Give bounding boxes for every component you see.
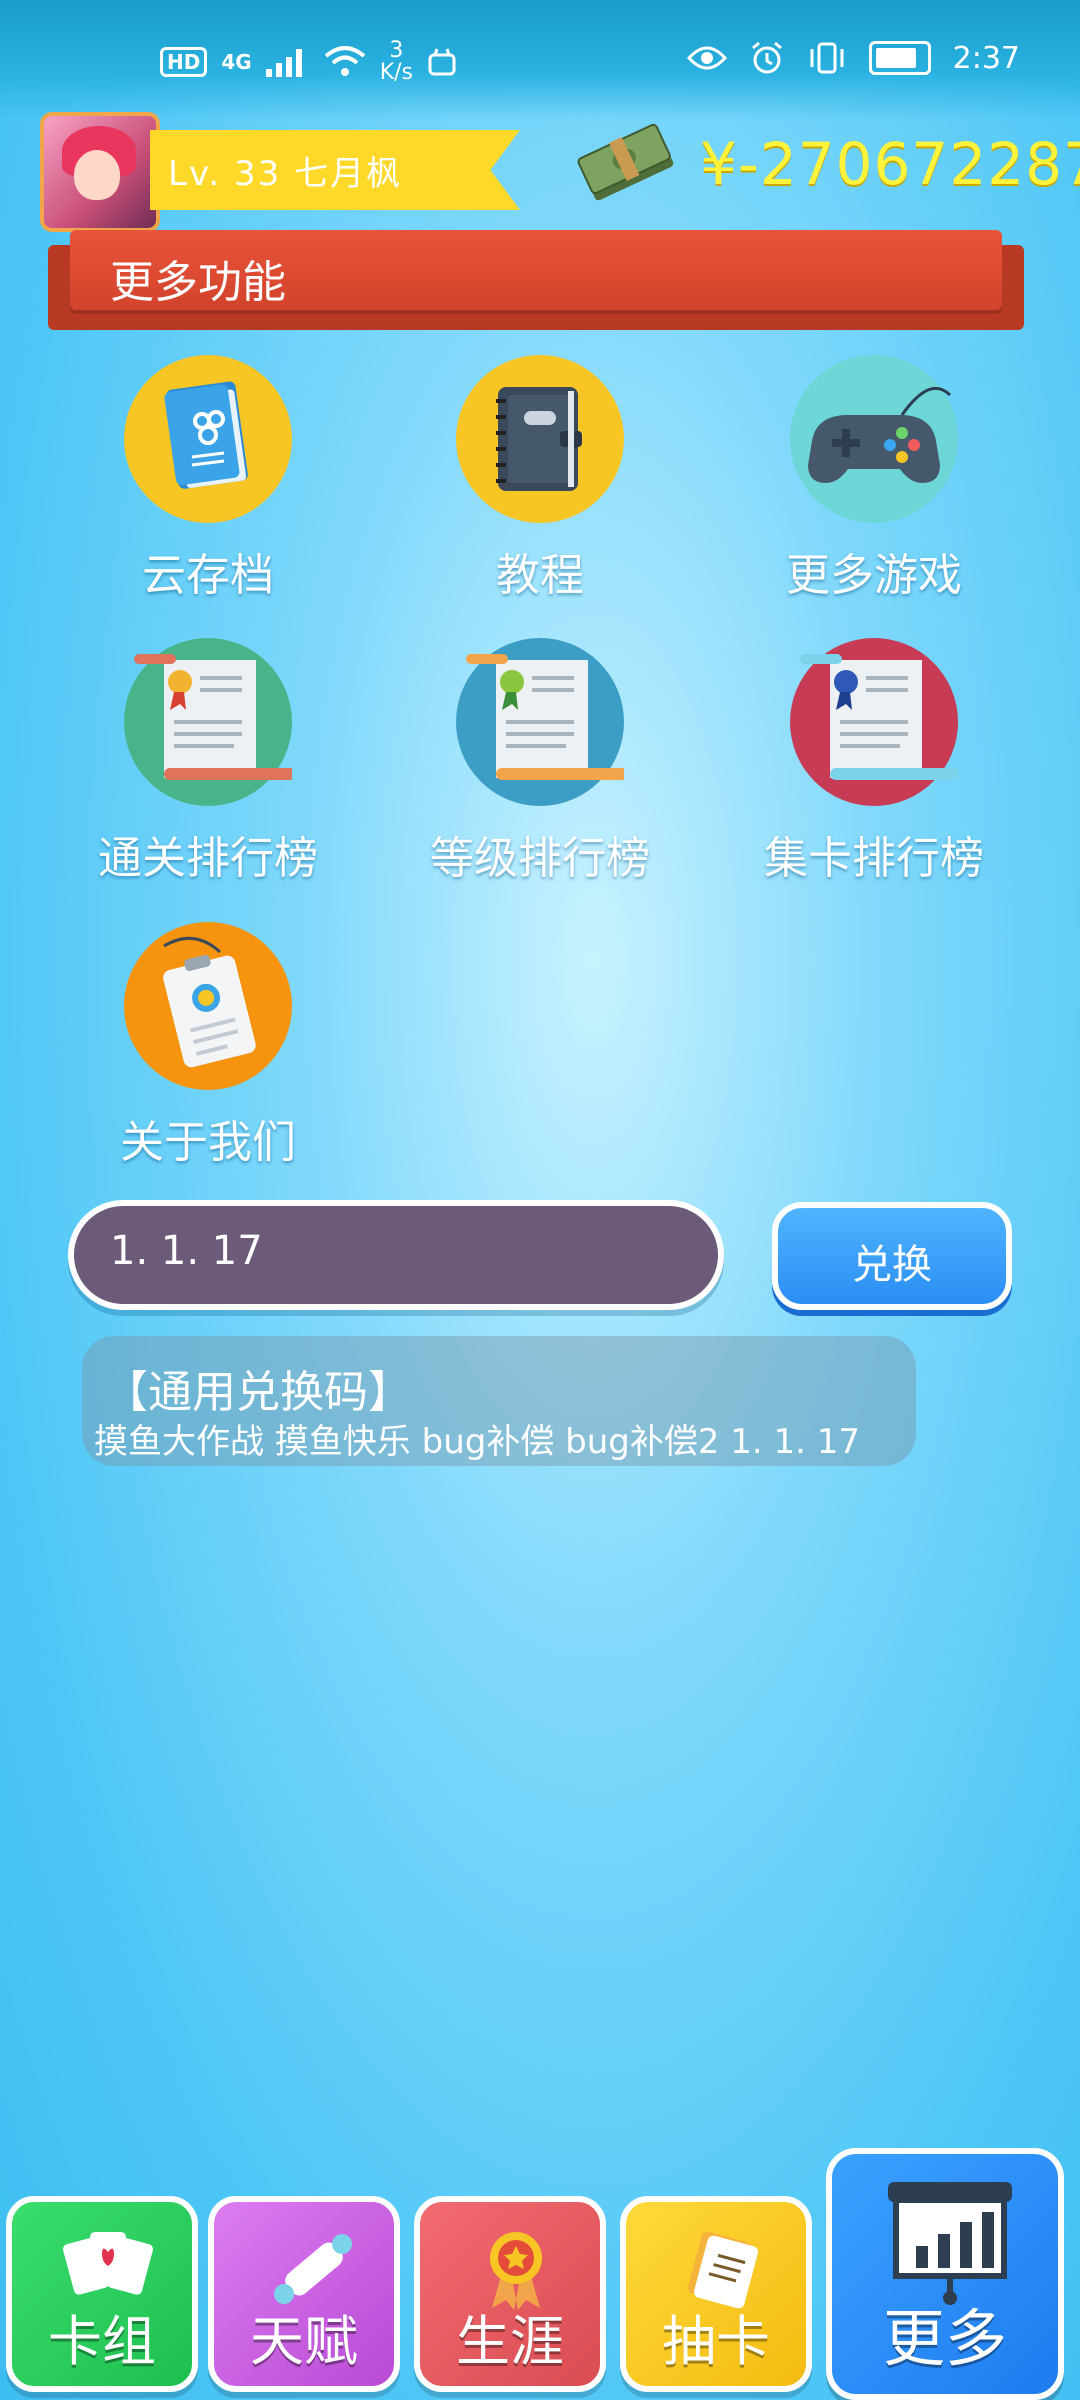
menu-label: 集卡排行榜 [764, 833, 984, 884]
cloud-save-book-icon [124, 355, 292, 523]
net-speed: 3 K/s [380, 40, 413, 84]
menu-label: 更多游戏 [786, 550, 962, 601]
scroll-award-icon [456, 638, 628, 806]
section-banner: 更多功能 [70, 230, 1002, 310]
tab-label: 生涯 [456, 2310, 564, 2373]
menu-clear-ranking[interactable]: 通关排行榜 [58, 638, 358, 886]
avatar[interactable] [40, 112, 160, 232]
tab-label: 更多 [882, 2302, 1007, 2375]
menu-label: 关于我们 [120, 1117, 296, 1168]
level-ribbon: Lv. 33 七月枫 [150, 130, 520, 210]
menu-cloud-save[interactable]: 云存档 [58, 355, 358, 603]
battery-icon [868, 41, 931, 75]
menu-about-us[interactable]: 关于我们 [58, 922, 358, 1170]
signal-icon [265, 49, 302, 77]
redeem-code-input[interactable]: 1. 1. 17 [68, 1200, 724, 1310]
alarm-icon [751, 41, 782, 74]
level-name: Lv. 33 七月枫 [168, 154, 403, 194]
menu-label: 教程 [496, 550, 584, 601]
gamepad-icon [790, 355, 958, 523]
status-right: 2:37 [686, 40, 1020, 76]
tab-label: 抽卡 [662, 2310, 770, 2373]
wifi-icon [324, 46, 365, 76]
net-speed-unit: K/s [379, 60, 413, 85]
menu-label: 通关排行榜 [98, 833, 318, 884]
clock: 2:37 [952, 40, 1020, 76]
scroll-award-icon [790, 638, 962, 806]
tab-deck[interactable]: 卡组 [6, 2196, 198, 2392]
tab-talent[interactable]: 天赋 [208, 2196, 400, 2392]
banner-title: 更多功能 [110, 257, 286, 308]
app-notification-icon [428, 48, 456, 76]
eye-comfort-icon [686, 46, 727, 70]
cash-stack-icon [577, 123, 674, 201]
redeem-button[interactable]: 兑换 [772, 1202, 1012, 1310]
status-left: HD 4G 3 K/s [160, 40, 457, 84]
menu-more-games[interactable]: 更多游戏 [724, 355, 1024, 603]
id-badge-icon [124, 922, 292, 1090]
redeem-codes-list: 摸鱼大作战 摸鱼快乐 bug补偿 bug补偿2 1. 1. 17 [94, 1422, 861, 1462]
menu-level-ranking[interactable]: 等级排行榜 [390, 638, 690, 886]
menu-card-ranking[interactable]: 集卡排行榜 [724, 638, 1024, 886]
redeem-button-label: 兑换 [852, 1242, 932, 1288]
menu-label: 等级排行榜 [430, 833, 650, 884]
tab-label: 卡组 [48, 2310, 156, 2373]
tab-label: 天赋 [250, 2310, 358, 2373]
status-bar: HD 4G 3 K/s 2:37 [0, 0, 1080, 120]
menu-label: 云存档 [142, 550, 274, 601]
network-type: 4G [221, 50, 252, 74]
redeem-codes-title: 【通用兑换码】 [104, 1367, 412, 1418]
vibrate-icon [810, 42, 844, 74]
presentation-chart-icon [888, 2182, 1012, 2305]
redeem-codes-panel: 【通用兑换码】 摸鱼大作战 摸鱼快乐 bug补偿 bug补偿2 1. 1. 17 [82, 1336, 916, 1466]
tab-career[interactable]: 生涯 [414, 2196, 606, 2392]
redeem-code-value: 1. 1. 17 [110, 1228, 263, 1274]
money-amount: ¥-270672287 [700, 130, 1080, 198]
menu-tutorial[interactable]: 教程 [390, 355, 690, 603]
notebook-icon [456, 355, 624, 523]
scroll-award-icon [124, 638, 296, 806]
tab-draw-card[interactable]: 抽卡 [620, 2196, 812, 2392]
net-speed-value: 3 [389, 38, 404, 63]
hd-indicator: HD [160, 47, 208, 77]
tab-more[interactable]: 更多 [826, 2148, 1064, 2400]
